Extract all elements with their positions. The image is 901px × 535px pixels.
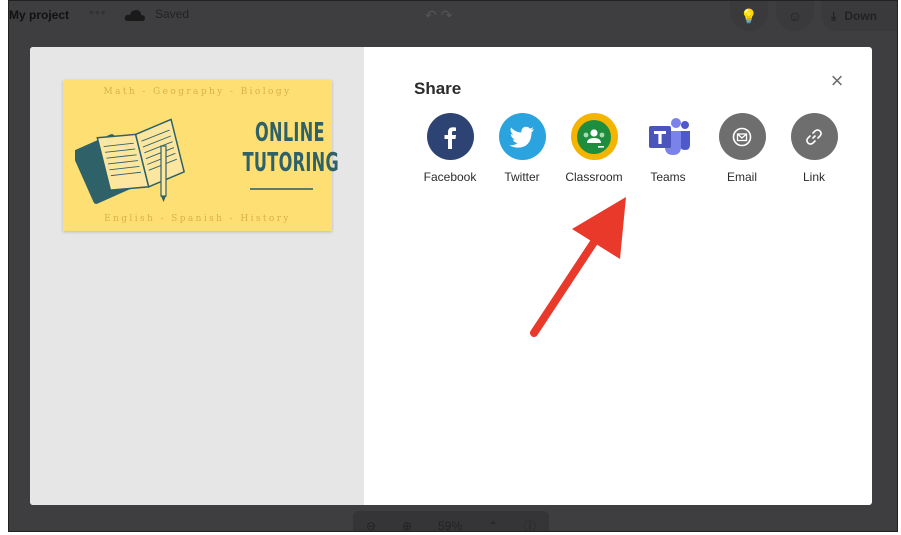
cloud-icon: [124, 10, 145, 21]
lightbulb-icon: 💡: [740, 7, 758, 24]
close-icon[interactable]: ×: [825, 69, 849, 93]
add-user-icon: ☺: [787, 8, 803, 24]
more-options-button[interactable]: •••: [89, 4, 107, 20]
email-icon: [718, 113, 766, 160]
annotation-arrow: [530, 197, 626, 337]
undo-redo-buttons[interactable]: ↶ ↷: [425, 7, 452, 24]
share-email-label: Email: [726, 170, 757, 184]
download-button[interactable]: ⤓ Down: [821, 1, 897, 31]
share-link-label: Link: [802, 170, 825, 184]
thumbnail-subjects-top: Math - Geography - Biology: [103, 87, 292, 97]
thumbnail-underline: [250, 188, 313, 190]
expand-icon[interactable]: ⌃: [488, 519, 498, 531]
share-teams-button[interactable]: Teams: [636, 113, 700, 184]
notebook-illustration: [75, 118, 186, 204]
top-toolbar: My project ••• Saved ↶ ↷ 💡 ☺ ⤓ Down: [9, 1, 897, 31]
share-twitter-label: Twitter: [504, 170, 540, 184]
share-link-button[interactable]: Link: [782, 113, 846, 184]
zoom-in-icon[interactable]: ⊕: [402, 519, 412, 531]
thumbnail-title-line1: ONLINE: [255, 118, 325, 148]
editor-window: My project ••• Saved ↶ ↷ 💡 ☺ ⤓ Down ⊖ ⊕ …: [8, 0, 898, 532]
share-classroom-button[interactable]: Classroom: [562, 113, 626, 184]
facebook-icon: [426, 113, 474, 160]
project-title[interactable]: My project: [9, 8, 69, 22]
share-facebook-button[interactable]: Facebook: [418, 113, 482, 184]
share-email-button[interactable]: Email: [710, 113, 774, 184]
save-status: Saved: [155, 7, 190, 21]
thumbnail-title-line2: TUTORING: [242, 148, 340, 178]
classroom-icon: [570, 113, 618, 160]
zoom-toolbar: ⊖ ⊕ 59% ⌃ ⓘ: [353, 511, 549, 532]
thumbnail-subjects-bottom: English - Spanish - History: [104, 214, 291, 224]
design-preview-panel: Math - Geography - Biology ONLINE TUTORI…: [30, 47, 364, 505]
share-twitter-button[interactable]: Twitter: [490, 113, 554, 184]
lightbulb-button[interactable]: 💡: [730, 1, 768, 31]
zoom-out-icon[interactable]: ⊖: [366, 519, 376, 531]
teams-icon: [645, 113, 692, 160]
share-heading: Share: [414, 79, 462, 98]
design-thumbnail: Math - Geography - Biology ONLINE TUTORI…: [63, 80, 340, 231]
add-user-button[interactable]: ☺: [776, 1, 814, 31]
share-facebook-label: Facebook: [423, 170, 477, 184]
download-label: Down: [844, 9, 877, 23]
share-dialog: Math - Geography - Biology ONLINE TUTORI…: [30, 47, 872, 505]
twitter-icon: [498, 113, 546, 160]
zoom-level[interactable]: 59%: [438, 519, 462, 531]
share-classroom-label: Classroom: [565, 170, 623, 184]
download-icon: ⤓: [831, 8, 837, 23]
info-icon[interactable]: ⓘ: [524, 518, 536, 532]
link-icon: [790, 113, 838, 160]
share-teams-label: Teams: [650, 170, 686, 184]
